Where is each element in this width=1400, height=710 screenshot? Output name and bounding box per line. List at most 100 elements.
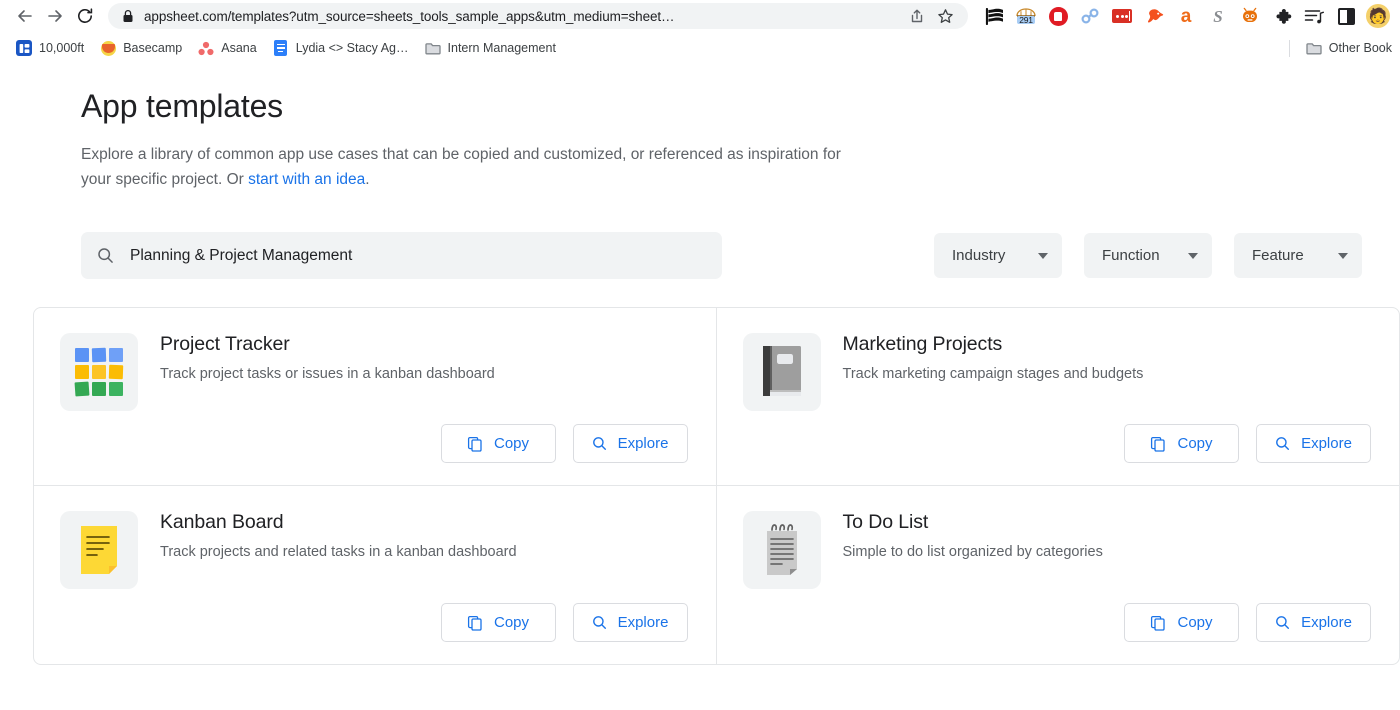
bookmark-label: Asana — [221, 41, 257, 55]
amazon-letter: a — [1180, 5, 1192, 27]
template-card[interactable]: Marketing Projects Track marketing campa… — [716, 308, 1399, 487]
card-actions: Copy Explore — [160, 424, 688, 464]
share-icon[interactable] — [904, 4, 930, 28]
bot-extension-icon[interactable] — [1234, 2, 1266, 30]
explore-button-label: Explore — [1301, 614, 1352, 632]
tenthousandft-icon — [16, 40, 32, 56]
page-description: Explore a library of common app use case… — [81, 142, 871, 192]
template-card[interactable]: Kanban Board Track projects and related … — [34, 486, 717, 665]
bookmarks-bar: 10,000ft Basecamp Asana Lydia <> Stacy A… — [0, 32, 1400, 64]
folder-icon — [1306, 40, 1322, 56]
book-icon — [742, 333, 821, 412]
page-description-part1: Explore a library of common app use case… — [81, 146, 841, 189]
template-card[interactable]: Project Tracker Track project tasks or i… — [34, 308, 717, 487]
folder-icon — [424, 40, 441, 56]
amazon-extension-icon[interactable]: a — [1170, 2, 1202, 30]
bookmark-10000ft[interactable]: 10,000ft — [8, 37, 92, 59]
template-subtitle: Track project tasks or issues in a kanba… — [160, 366, 495, 383]
address-bar[interactable]: appsheet.com/templates?utm_source=sheets… — [108, 3, 968, 29]
copy-button-label: Copy — [1177, 614, 1213, 632]
bookmark-label: Lydia <> Stacy Ag… — [295, 41, 409, 55]
filter-feature[interactable]: Feature — [1234, 233, 1362, 279]
template-title: Marketing Projects — [842, 333, 1003, 356]
playlist-extension-icon[interactable] — [1298, 2, 1330, 30]
bookmark-basecamp[interactable]: Basecamp — [92, 37, 190, 59]
bookmark-asana[interactable]: Asana — [190, 37, 264, 59]
sticky-note-icon — [60, 511, 138, 590]
filter-label: Feature — [1252, 247, 1304, 265]
link-extension-icon[interactable] — [1074, 2, 1106, 30]
explore-button-label: Explore — [617, 614, 669, 632]
filter-function[interactable]: Function — [1084, 233, 1212, 279]
template-subtitle: Simple to do list organized by categorie… — [842, 544, 1103, 561]
bookmark-lydia-stacy[interactable]: Lydia <> Stacy Ag… — [265, 37, 417, 59]
template-title: To Do List — [842, 511, 929, 534]
bridge-badge-extension-icon[interactable]: 291 — [1010, 2, 1042, 30]
bookmark-other-bookmarks[interactable]: Other Book — [1298, 37, 1400, 59]
explore-button[interactable]: Explore — [1256, 424, 1371, 464]
star-icon[interactable] — [932, 4, 958, 28]
filter-industry[interactable]: Industry — [934, 233, 1062, 279]
other-bookmarks-region: Other Book — [1288, 32, 1400, 64]
search-input[interactable]: Planning & Project Management — [81, 232, 722, 280]
explore-button-label: Explore — [1301, 435, 1352, 453]
asana-icon — [198, 40, 214, 56]
chevron-down-icon — [1338, 252, 1348, 259]
bookmark-label: Intern Management — [447, 41, 556, 55]
explore-button[interactable]: Explore — [1256, 603, 1371, 643]
search-icon — [97, 247, 114, 264]
avatar[interactable]: 🧑 — [1362, 2, 1394, 30]
filters-group: Industry Function Feature — [934, 233, 1362, 279]
copy-button[interactable]: Copy — [440, 424, 556, 464]
chevron-down-icon — [1038, 252, 1048, 259]
card-actions: Copy Explore — [843, 424, 1371, 464]
filter-label: Industry — [952, 247, 1006, 265]
side-panel-toggle-icon[interactable] — [1330, 2, 1362, 30]
extension-badge-count: 291 — [1017, 14, 1035, 25]
reload-button[interactable] — [70, 2, 100, 30]
explore-button-label: Explore — [617, 435, 669, 453]
url-text: appsheet.com/templates?utm_source=sheets… — [144, 8, 675, 24]
copy-button[interactable]: Copy — [1124, 424, 1239, 464]
card-actions: Copy Explore — [160, 603, 688, 643]
page-description-part2: . — [365, 171, 370, 189]
template-title: Kanban Board — [160, 511, 284, 534]
orange-bird-extension-icon[interactable] — [1138, 2, 1170, 30]
card-actions: Copy Explore — [843, 603, 1371, 643]
page-title: App templates — [81, 88, 283, 124]
kanban-grid-icon — [60, 333, 138, 412]
bookmark-intern-management[interactable]: Intern Management — [417, 37, 564, 59]
explore-button[interactable]: Explore — [572, 603, 688, 643]
bookmark-label: 10,000ft — [39, 41, 85, 55]
explore-button[interactable]: Explore — [572, 424, 688, 464]
grammarly-letter: S — [1213, 6, 1223, 26]
copy-button[interactable]: Copy — [1124, 603, 1239, 643]
bookmark-label: Other Book — [1328, 41, 1392, 55]
red-recorder-extension-icon[interactable] — [1106, 2, 1138, 30]
page-content: App templates Explore a library of commo… — [0, 64, 1400, 710]
template-subtitle: Track projects and related tasks in a ka… — [160, 544, 517, 561]
bookmarks-divider — [1288, 39, 1290, 57]
copy-button-label: Copy — [1177, 435, 1213, 453]
google-docs-icon — [273, 40, 289, 56]
avatar-emoji: 🧑 — [1366, 4, 1390, 28]
puzzle-extensions-menu-icon[interactable] — [1266, 2, 1298, 30]
forward-button[interactable] — [40, 2, 70, 30]
copy-button-label: Copy — [493, 435, 530, 453]
lock-icon — [122, 9, 134, 23]
template-card[interactable]: To Do List Simple to do list organized b… — [717, 486, 1400, 664]
basecamp-icon — [100, 40, 116, 56]
template-title: Project Tracker — [160, 333, 290, 356]
search-input-value: Planning & Project Management — [130, 246, 353, 264]
flag-extension-icon[interactable] — [978, 2, 1010, 30]
copy-button[interactable]: Copy — [440, 603, 556, 643]
chevron-down-icon — [1188, 252, 1198, 259]
grammarly-extension-icon[interactable]: S — [1202, 2, 1234, 30]
controls-row: Planning & Project Management Industry F… — [81, 232, 1400, 280]
filter-label: Function — [1102, 247, 1160, 265]
template-subtitle: Track marketing campaign stages and budg… — [842, 366, 1144, 383]
adblock-extension-icon[interactable] — [1042, 2, 1074, 30]
back-button[interactable] — [10, 2, 40, 30]
start-with-an-idea-link[interactable]: start with an idea — [248, 171, 365, 188]
extensions-strip: 291 a S 🧑 — [974, 2, 1394, 30]
